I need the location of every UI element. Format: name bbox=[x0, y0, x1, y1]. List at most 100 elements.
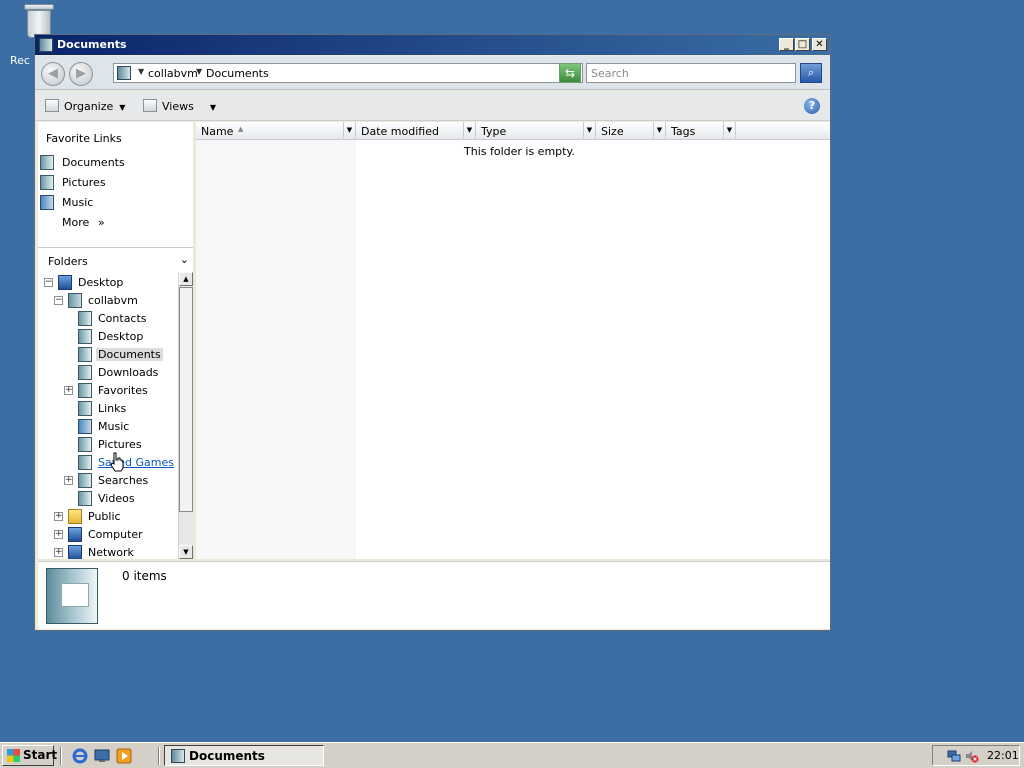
start-button[interactable]: Start bbox=[2, 745, 57, 766]
pictures-folder-icon bbox=[40, 175, 54, 190]
views-icon bbox=[143, 99, 157, 112]
favorite-link-label: Pictures bbox=[62, 176, 106, 189]
column-filter-dropdown-icon[interactable]: ▼ bbox=[723, 122, 735, 139]
empty-folder-message: This folder is empty. bbox=[464, 145, 575, 158]
file-list[interactable]: Name ▲ ▼ Date modified ▼ Type ▼ Size ▼ T… bbox=[196, 122, 830, 559]
organize-label: Organize bbox=[64, 100, 114, 113]
expand-icon[interactable]: + bbox=[64, 386, 73, 395]
tree-item-label: Links bbox=[98, 402, 127, 415]
folder-icon bbox=[78, 329, 92, 344]
folder-icon bbox=[171, 749, 185, 763]
title-bar[interactable]: Documents _ □ ✕ bbox=[35, 35, 830, 55]
favorite-links-title: Favorite Links bbox=[46, 132, 122, 145]
public-folder-icon bbox=[68, 509, 82, 524]
internet-explorer-icon[interactable] bbox=[72, 748, 88, 764]
expand-icon[interactable]: + bbox=[54, 530, 63, 539]
column-filter-dropdown-icon[interactable]: ▼ bbox=[583, 122, 595, 139]
column-header-type[interactable]: Type ▼ bbox=[476, 122, 596, 140]
favorite-link-label: Music bbox=[62, 196, 94, 209]
show-desktop-icon[interactable] bbox=[94, 748, 110, 764]
scroll-down-button[interactable]: ▼ bbox=[179, 545, 193, 559]
expand-icon[interactable]: + bbox=[54, 512, 63, 521]
breadcrumb-arrow-icon[interactable]: ▼ bbox=[138, 67, 144, 76]
chevron-down-icon: ▼ bbox=[119, 103, 126, 112]
network-icon[interactable] bbox=[947, 749, 961, 763]
collapse-icon[interactable]: − bbox=[44, 278, 53, 287]
column-header-size[interactable]: Size ▼ bbox=[596, 122, 666, 140]
organize-icon bbox=[45, 99, 59, 112]
folders-header[interactable]: Folders ⌄ bbox=[38, 247, 193, 273]
column-label: Size bbox=[601, 125, 624, 138]
tree-item-label: Searches bbox=[98, 474, 149, 487]
folders-title: Folders bbox=[48, 255, 88, 268]
user-folder-icon bbox=[68, 293, 82, 308]
media-player-icon[interactable] bbox=[116, 748, 132, 764]
tree-item-label: Desktop bbox=[78, 276, 124, 289]
documents-folder-icon bbox=[40, 155, 54, 170]
help-button[interactable]: ? bbox=[804, 98, 820, 114]
tree-item-label: Documents bbox=[96, 348, 163, 361]
collapse-icon[interactable]: − bbox=[54, 296, 63, 305]
taskbar-button-documents[interactable]: Documents bbox=[164, 745, 324, 766]
window-title: Documents bbox=[57, 38, 127, 51]
close-button[interactable]: ✕ bbox=[812, 38, 827, 51]
desktop-icon bbox=[58, 275, 72, 290]
tree-item-label: Computer bbox=[88, 528, 143, 541]
folder-tree: − Desktop − collabvm Contacts Desktop Document… bbox=[38, 272, 176, 559]
tree-item-label: Music bbox=[98, 420, 130, 433]
tree-item-label: Downloads bbox=[98, 366, 159, 379]
column-label: Type bbox=[481, 125, 507, 138]
breadcrumb-collabvm[interactable]: collabvm bbox=[148, 67, 198, 80]
tree-item-label: Public bbox=[88, 510, 121, 523]
address-bar[interactable]: ▼ collabvm ▼ Documents ▼ bbox=[113, 63, 583, 83]
maximize-button[interactable]: □ bbox=[795, 38, 810, 51]
scroll-up-button[interactable]: ▲ bbox=[179, 272, 193, 286]
column-header-name[interactable]: Name ▲ ▼ bbox=[196, 122, 356, 140]
column-label: Name bbox=[201, 125, 234, 138]
column-filter-dropdown-icon[interactable]: ▼ bbox=[463, 122, 475, 139]
downloads-folder-icon bbox=[78, 365, 92, 380]
breadcrumb-arrow-icon[interactable]: ▼ bbox=[196, 67, 202, 76]
tree-item-label: Contacts bbox=[98, 312, 147, 325]
contacts-folder-icon bbox=[78, 311, 92, 326]
music-folder-icon bbox=[78, 419, 92, 434]
scrollbar-thumb[interactable] bbox=[179, 287, 193, 512]
minimize-button[interactable]: _ bbox=[779, 38, 794, 51]
refresh-button[interactable]: ⇆ bbox=[559, 63, 581, 83]
tree-item-label: Favorites bbox=[98, 384, 148, 397]
column-header-date-modified[interactable]: Date modified ▼ bbox=[356, 122, 476, 140]
tree-item-label: collabvm bbox=[88, 294, 138, 307]
expand-icon[interactable]: + bbox=[64, 476, 73, 485]
searches-folder-icon bbox=[78, 473, 92, 488]
more-label: More bbox=[62, 216, 90, 229]
folder-tree-scrollbar[interactable]: ▲ ▼ bbox=[178, 272, 193, 559]
back-button[interactable]: ◀ bbox=[41, 62, 65, 86]
folder-icon bbox=[117, 66, 131, 80]
taskbar-separator bbox=[158, 747, 160, 765]
tree-item-label: Videos bbox=[98, 492, 135, 505]
item-count: 0 items bbox=[122, 569, 167, 583]
views-button[interactable]: Views ▼ bbox=[143, 99, 216, 113]
taskbar-button-label: Documents bbox=[189, 749, 265, 763]
navigation-pane: Favorite Links Documents Pictures Music … bbox=[38, 122, 193, 559]
forward-button[interactable]: ▶ bbox=[69, 62, 93, 86]
taskbar: Start Documents 22:01 bbox=[0, 742, 1024, 768]
volume-muted-icon[interactable] bbox=[965, 749, 979, 763]
network-icon bbox=[68, 545, 82, 559]
sort-ascending-icon: ▲ bbox=[238, 125, 244, 133]
column-header-bar: Name ▲ ▼ Date modified ▼ Type ▼ Size ▼ T… bbox=[196, 122, 830, 140]
breadcrumb-documents[interactable]: Documents bbox=[206, 67, 269, 80]
notification-area: 22:01 bbox=[932, 745, 1020, 766]
expand-icon[interactable]: + bbox=[54, 548, 63, 557]
clock[interactable]: 22:01 bbox=[987, 749, 1019, 762]
tree-item-label: Pictures bbox=[98, 438, 142, 451]
column-filter-dropdown-icon[interactable]: ▼ bbox=[343, 122, 355, 139]
navigation-bar: ◀ ▶ ▼ collabvm ▼ Documents ▼ ⇆ Search ⌕ bbox=[35, 56, 830, 90]
column-header-tags[interactable]: Tags ▼ bbox=[666, 122, 736, 140]
back-arrow-icon: ◀ bbox=[48, 66, 58, 81]
column-filter-dropdown-icon[interactable]: ▼ bbox=[653, 122, 665, 139]
organize-button[interactable]: Organize ▼ bbox=[45, 99, 125, 113]
tree-item-label: Desktop bbox=[98, 330, 144, 343]
search-button[interactable]: ⌕ bbox=[800, 63, 822, 83]
search-input[interactable]: Search bbox=[586, 63, 796, 83]
